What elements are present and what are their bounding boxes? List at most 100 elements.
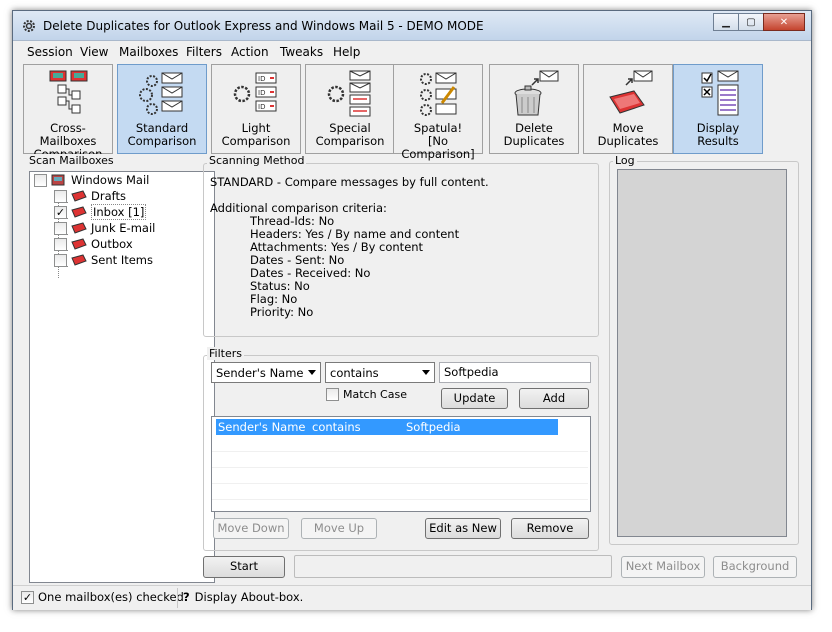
outbox-checkbox[interactable] bbox=[54, 237, 67, 251]
status-checked-count: ✓ One mailbox(es) checked. bbox=[21, 590, 187, 604]
filter-operator-value: contains bbox=[330, 366, 379, 380]
light-comparison-button[interactable]: ID ID ID Light Comparison bbox=[211, 64, 301, 154]
mail-folder-icon bbox=[71, 254, 87, 266]
trash-can-icon bbox=[514, 70, 559, 116]
remove-button[interactable]: Remove bbox=[511, 518, 589, 539]
minimize-button[interactable]: ▁ bbox=[713, 13, 739, 31]
tool-label-line2: Duplicates bbox=[503, 134, 565, 148]
table-row[interactable]: Sender's Name contains Softpedia bbox=[216, 419, 558, 435]
windows-mail-icon bbox=[51, 174, 65, 186]
maximize-button[interactable]: ▢ bbox=[738, 13, 764, 31]
spatula-button[interactable]: Spatula! [No Comparison] bbox=[393, 64, 483, 161]
sent-checkbox[interactable] bbox=[54, 253, 67, 267]
folder-label: Junk E-mail bbox=[91, 221, 156, 235]
mail-folder-icon bbox=[71, 222, 87, 234]
menu-filters[interactable]: Filters bbox=[186, 45, 222, 59]
criterion-priority: Priority: No bbox=[250, 305, 314, 319]
filter-field-select[interactable]: Sender's Name bbox=[211, 362, 321, 383]
filter-row-value: Softpedia bbox=[406, 420, 461, 434]
scanning-method-label: Scanning Method bbox=[207, 154, 307, 167]
move-down-button[interactable]: Move Down bbox=[213, 518, 289, 539]
app-window: Delete Duplicates for Outlook Express an… bbox=[12, 10, 812, 610]
move-mailbox-icon bbox=[609, 70, 653, 114]
tree-item-junk[interactable]: Junk E-mail bbox=[54, 220, 155, 236]
svg-text:ID: ID bbox=[258, 103, 265, 111]
special-comparison-icon bbox=[327, 70, 371, 117]
tree-root-label: Windows Mail bbox=[71, 173, 150, 187]
menu-mailboxes[interactable]: Mailboxes bbox=[119, 45, 178, 59]
standard-comparison-icon bbox=[139, 72, 183, 115]
svg-text:ID: ID bbox=[258, 89, 265, 97]
tree-root-windows-mail[interactable]: Windows Mail bbox=[34, 172, 149, 188]
delete-duplicates-button[interactable]: Delete Duplicates bbox=[489, 64, 579, 154]
junk-checkbox[interactable] bbox=[54, 221, 67, 235]
edit-as-new-button[interactable]: Edit as New bbox=[425, 518, 501, 539]
folder-label: Sent Items bbox=[91, 253, 153, 267]
folder-label: Drafts bbox=[91, 189, 126, 203]
log-label: Log bbox=[613, 154, 637, 167]
check-icon: ✓ bbox=[21, 590, 34, 604]
status-about-text: Display About-box. bbox=[194, 590, 304, 604]
status-bar: ✓ One mailbox(es) checked. ? Display Abo… bbox=[13, 585, 811, 610]
update-button[interactable]: Update bbox=[441, 388, 508, 409]
menu-tweaks[interactable]: Tweaks bbox=[280, 45, 323, 59]
tool-label-line2: Comparison bbox=[221, 134, 291, 148]
filter-value-input[interactable]: Softpedia bbox=[439, 362, 591, 383]
move-up-button[interactable]: Move Up bbox=[301, 518, 377, 539]
drafts-checkbox[interactable] bbox=[54, 189, 67, 203]
tool-label-line2: Comparison bbox=[127, 134, 197, 148]
menu-action[interactable]: Action bbox=[231, 45, 269, 59]
status-checked-text: One mailbox(es) checked. bbox=[38, 590, 188, 604]
match-case-label: Match Case bbox=[343, 388, 407, 401]
filter-row-operator: contains bbox=[312, 420, 361, 434]
filter-field-value: Sender's Name bbox=[216, 366, 304, 380]
tree-item-sent[interactable]: Sent Items bbox=[54, 252, 153, 268]
mail-folder-icon bbox=[71, 206, 87, 218]
help-icon: ? bbox=[183, 590, 190, 604]
spatula-icon bbox=[420, 72, 457, 116]
add-button[interactable]: Add bbox=[519, 388, 589, 409]
filters-list[interactable]: Sender's Name contains Softpedia bbox=[211, 416, 591, 512]
tool-label-line2: [No Comparison] bbox=[401, 134, 475, 161]
standard-comparison-button[interactable]: Standard Comparison bbox=[117, 64, 207, 154]
move-duplicates-button[interactable]: Move Duplicates bbox=[583, 64, 673, 154]
filter-operator-select[interactable]: contains bbox=[325, 362, 435, 383]
mailbox-tree[interactable]: Windows Mail Drafts ✓ Inbox [1] Junk E-m… bbox=[29, 171, 215, 583]
cross-mailboxes-comparison-button[interactable]: Cross-Mailboxes Comparison bbox=[23, 64, 113, 161]
menu-session[interactable]: Session bbox=[27, 45, 73, 59]
menu-help[interactable]: Help bbox=[333, 45, 360, 59]
match-case-checkbox[interactable] bbox=[326, 388, 339, 401]
chevron-down-icon bbox=[308, 370, 316, 375]
folder-label: Inbox [1] bbox=[91, 204, 147, 220]
scanning-method-text: STANDARD - Compare messages by full cont… bbox=[210, 176, 489, 319]
log-output[interactable] bbox=[617, 169, 787, 537]
mail-folder-icon bbox=[71, 238, 87, 250]
tree-item-outbox[interactable]: Outbox bbox=[54, 236, 133, 252]
svg-text:ID: ID bbox=[258, 75, 265, 83]
scan-mailboxes-label: Scan Mailboxes bbox=[27, 154, 116, 167]
title-bar[interactable]: Delete Duplicates for Outlook Express an… bbox=[13, 11, 811, 41]
next-mailbox-button[interactable]: Next Mailbox bbox=[621, 556, 705, 578]
filters-label: Filters bbox=[207, 347, 244, 360]
close-button[interactable]: ✕ bbox=[763, 13, 805, 31]
method-summary: STANDARD - Compare messages by full cont… bbox=[210, 175, 489, 189]
display-results-button[interactable]: Display Results bbox=[673, 64, 763, 154]
chevron-down-icon bbox=[422, 370, 430, 375]
menu-bar: Session View Mailboxes Filters Action Tw… bbox=[13, 42, 811, 61]
match-case-checkbox-row[interactable]: Match Case bbox=[326, 388, 407, 401]
tree-item-inbox[interactable]: ✓ Inbox [1] bbox=[54, 204, 147, 220]
menu-view[interactable]: View bbox=[80, 45, 108, 59]
background-button[interactable]: Background bbox=[713, 556, 797, 578]
root-checkbox[interactable] bbox=[34, 173, 47, 187]
display-results-icon bbox=[701, 70, 739, 116]
start-button[interactable]: Start bbox=[203, 556, 285, 578]
inbox-checkbox[interactable]: ✓ bbox=[54, 205, 67, 219]
mail-folder-icon bbox=[71, 190, 87, 202]
tool-label-line1: Cross-Mailboxes bbox=[39, 121, 97, 148]
toolbar: Cross-Mailboxes Comparison Standard Comp… bbox=[13, 62, 811, 161]
tree-item-drafts[interactable]: Drafts bbox=[54, 188, 126, 204]
status-about[interactable]: ? Display About-box. bbox=[183, 590, 303, 604]
special-comparison-button[interactable]: Special Comparison bbox=[305, 64, 395, 154]
app-gear-icon bbox=[23, 20, 35, 32]
filter-row-field: Sender's Name bbox=[218, 420, 306, 434]
